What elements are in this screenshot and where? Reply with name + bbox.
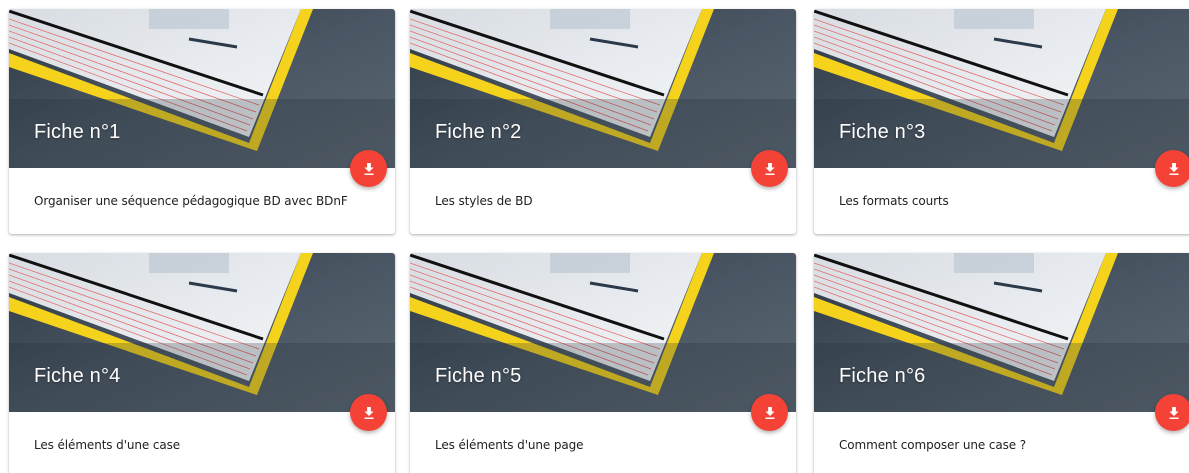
- card-image[interactable]: Fiche n°5: [410, 253, 796, 412]
- card-description[interactable]: Les formats courts: [814, 168, 1189, 234]
- download-button[interactable]: [751, 150, 788, 187]
- card-description[interactable]: Les éléments d'une page: [410, 412, 796, 473]
- fiche-card-3[interactable]: Fiche n°3 Les formats courts: [814, 9, 1189, 234]
- card-title: Fiche n°4: [34, 365, 121, 387]
- card-image[interactable]: Fiche n°4: [9, 253, 395, 412]
- download-button[interactable]: [1155, 150, 1189, 187]
- fiche-card-6[interactable]: Fiche n°6 Comment composer une case ?: [814, 253, 1189, 473]
- download-icon: [360, 404, 378, 422]
- fiche-card-5[interactable]: Fiche n°5 Les éléments d'une page: [410, 253, 796, 473]
- card-description[interactable]: Les éléments d'une case: [9, 412, 395, 473]
- card-image[interactable]: Fiche n°1: [9, 9, 395, 168]
- card-image[interactable]: Fiche n°2: [410, 9, 796, 168]
- download-icon: [1165, 160, 1183, 178]
- card-title: Fiche n°6: [839, 365, 926, 387]
- card-title: Fiche n°1: [34, 121, 121, 143]
- book-photo: [410, 9, 796, 168]
- fiche-card-2[interactable]: Fiche n°2 Les styles de BD: [410, 9, 796, 234]
- card-description[interactable]: Comment composer une case ?: [814, 412, 1189, 473]
- book-photo: [9, 253, 395, 412]
- card-image[interactable]: Fiche n°6: [814, 253, 1189, 412]
- card-title: Fiche n°2: [435, 121, 522, 143]
- book-photo: [410, 253, 796, 412]
- download-icon: [761, 404, 779, 422]
- fiche-card-4[interactable]: Fiche n°4 Les éléments d'une case: [9, 253, 395, 473]
- card-description[interactable]: Les styles de BD: [410, 168, 796, 234]
- download-icon: [360, 160, 378, 178]
- download-button[interactable]: [350, 150, 387, 187]
- download-icon: [761, 160, 779, 178]
- download-button[interactable]: [751, 394, 788, 431]
- download-button[interactable]: [1155, 394, 1189, 431]
- download-button[interactable]: [350, 394, 387, 431]
- download-icon: [1165, 404, 1183, 422]
- book-photo: [9, 9, 395, 168]
- book-photo: [814, 9, 1189, 168]
- card-title: Fiche n°3: [839, 121, 926, 143]
- fiche-card-1[interactable]: Fiche n°1 Organiser une séquence pédagog…: [9, 9, 395, 234]
- card-title: Fiche n°5: [435, 365, 522, 387]
- card-image[interactable]: Fiche n°3: [814, 9, 1189, 168]
- book-photo: [814, 253, 1189, 412]
- card-description[interactable]: Organiser une séquence pédagogique BD av…: [9, 168, 395, 234]
- fiche-grid: Fiche n°1 Organiser une séquence pédagog…: [0, 0, 1189, 473]
